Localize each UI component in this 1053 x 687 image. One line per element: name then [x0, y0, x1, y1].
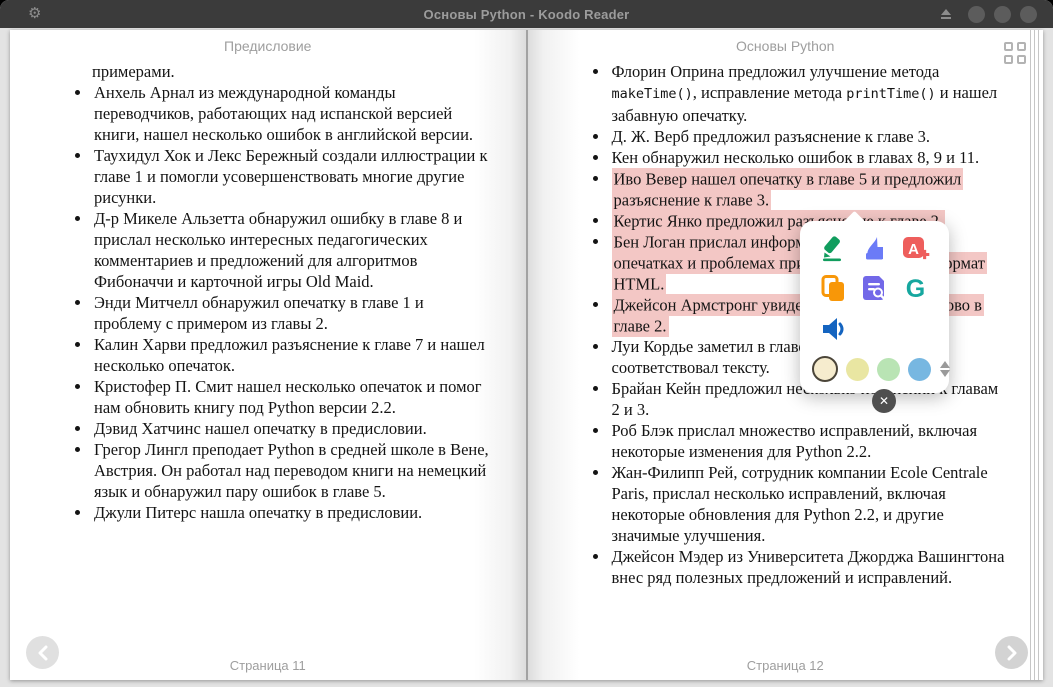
swatch-row	[812, 356, 931, 382]
svg-text:A: A	[908, 241, 919, 258]
close-icon: ✕	[879, 394, 889, 408]
eject-icon[interactable]	[939, 8, 953, 20]
list-item: Грегор Лингл преподает Python в средней …	[92, 439, 492, 502]
left-page-content: примерами. Анхель Арнал из международной…	[72, 61, 492, 523]
right-page-header: Основы Python	[528, 38, 1044, 54]
google-search-icon[interactable]: G	[901, 275, 931, 302]
list-item: Д-р Микеле Альзетта обнаружил ошибку в г…	[92, 208, 492, 292]
chevron-right-icon	[1005, 645, 1019, 661]
list-item: Энди Митчелл обнаружил опечатку в главе …	[92, 292, 492, 334]
translate-icon[interactable]: A	[901, 235, 931, 262]
color-swatch-cream[interactable]	[812, 356, 838, 382]
list-item: Джули Питерс нашла опечатку в предислови…	[92, 502, 492, 523]
chevron-left-icon	[36, 645, 50, 661]
list-item: Таухидул Хок и Лекс Бережный создали илл…	[92, 145, 492, 208]
left-page-number: Страница 11	[10, 658, 526, 673]
list-item: Иво Вевер нашел опечатку в главе 5 и пре…	[610, 168, 1010, 210]
koodo-reader-window: ⚙ Основы Python - Koodo Reader Предислов…	[0, 0, 1053, 687]
list-item: Роб Блэк прислал множество исправлений, …	[610, 420, 1010, 462]
list-item: Жан-Филипп Рей, сотрудник компании Ecole…	[610, 462, 1010, 546]
previous-page-button[interactable]	[26, 636, 59, 669]
copy-icon[interactable]	[819, 275, 849, 302]
list-item: Флорин Оприна предложил улучшение метода…	[610, 61, 1010, 126]
right-page-number: Страница 12	[528, 658, 1044, 673]
highlighter-pen-icon[interactable]	[819, 235, 849, 262]
titlebar: ⚙ Основы Python - Koodo Reader	[0, 0, 1053, 28]
list-item: Джейсон Мэдер из Университета Джорджа Ва…	[610, 546, 1010, 588]
color-swatch-blue[interactable]	[908, 358, 931, 381]
stepper-up-icon	[940, 361, 950, 368]
brush-stroke-icon[interactable]	[860, 235, 890, 262]
window-close-button[interactable]	[1020, 6, 1037, 23]
list-item: Кристофер П. Смит нашел несколько опечат…	[92, 376, 492, 418]
list-item: Калин Харви предложил разъяснение к глав…	[92, 334, 492, 376]
next-page-button[interactable]	[995, 636, 1028, 669]
window-title: Основы Python - Koodo Reader	[0, 7, 1053, 22]
color-swatch-yellow[interactable]	[846, 358, 869, 381]
right-page[interactable]: Основы Python Флорин Оприна предложил ул…	[528, 30, 1044, 680]
left-page[interactable]: Предисловие примерами. Анхель Арнал из м…	[10, 30, 526, 680]
color-swatch-green[interactable]	[877, 358, 900, 381]
list-item: Анхель Арнал из международной команды пе…	[92, 82, 492, 145]
selection-popup-menu: A G	[800, 221, 949, 393]
continuation-line: примерами.	[92, 61, 492, 82]
list-item: Кен обнаружил несколько ошибок в главах …	[610, 147, 1010, 168]
left-bullet-list: Анхель Арнал из международной команды пе…	[72, 82, 492, 523]
popup-close-button[interactable]: ✕	[872, 389, 896, 413]
stepper-down-icon	[940, 370, 950, 377]
list-item: Д. Ж. Верб предложил разъяснение к главе…	[610, 126, 1010, 147]
list-item: Дэвид Хатчинс нашел опечатку в предислов…	[92, 418, 492, 439]
window-minimize-button[interactable]	[968, 6, 985, 23]
highlight-style-stepper[interactable]	[940, 361, 950, 377]
window-maximize-button[interactable]	[994, 6, 1011, 23]
left-page-header: Предисловие	[10, 38, 526, 54]
speaker-icon[interactable]	[819, 315, 849, 342]
highlighted-text[interactable]: Иво Вевер нашел опечатку в главе 5 и пре…	[612, 168, 964, 211]
dictionary-search-icon[interactable]	[860, 275, 890, 302]
